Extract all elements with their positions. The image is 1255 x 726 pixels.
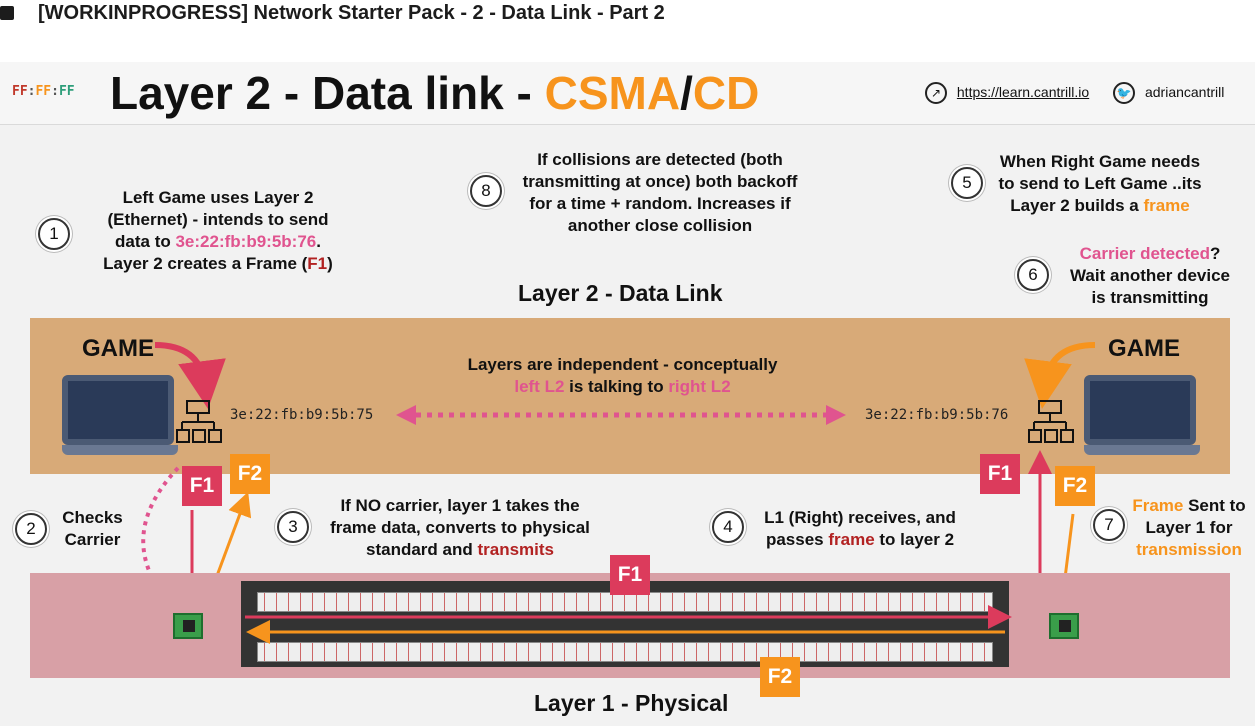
f2-badge: F2 xyxy=(760,657,800,697)
nic-icon xyxy=(173,613,203,639)
nic-chip xyxy=(1059,620,1071,632)
layer1-label: Layer 1 - Physical xyxy=(534,690,729,716)
nic-icon xyxy=(1049,613,1079,639)
f1-badge: F1 xyxy=(610,555,650,595)
nic-chip xyxy=(183,620,195,632)
